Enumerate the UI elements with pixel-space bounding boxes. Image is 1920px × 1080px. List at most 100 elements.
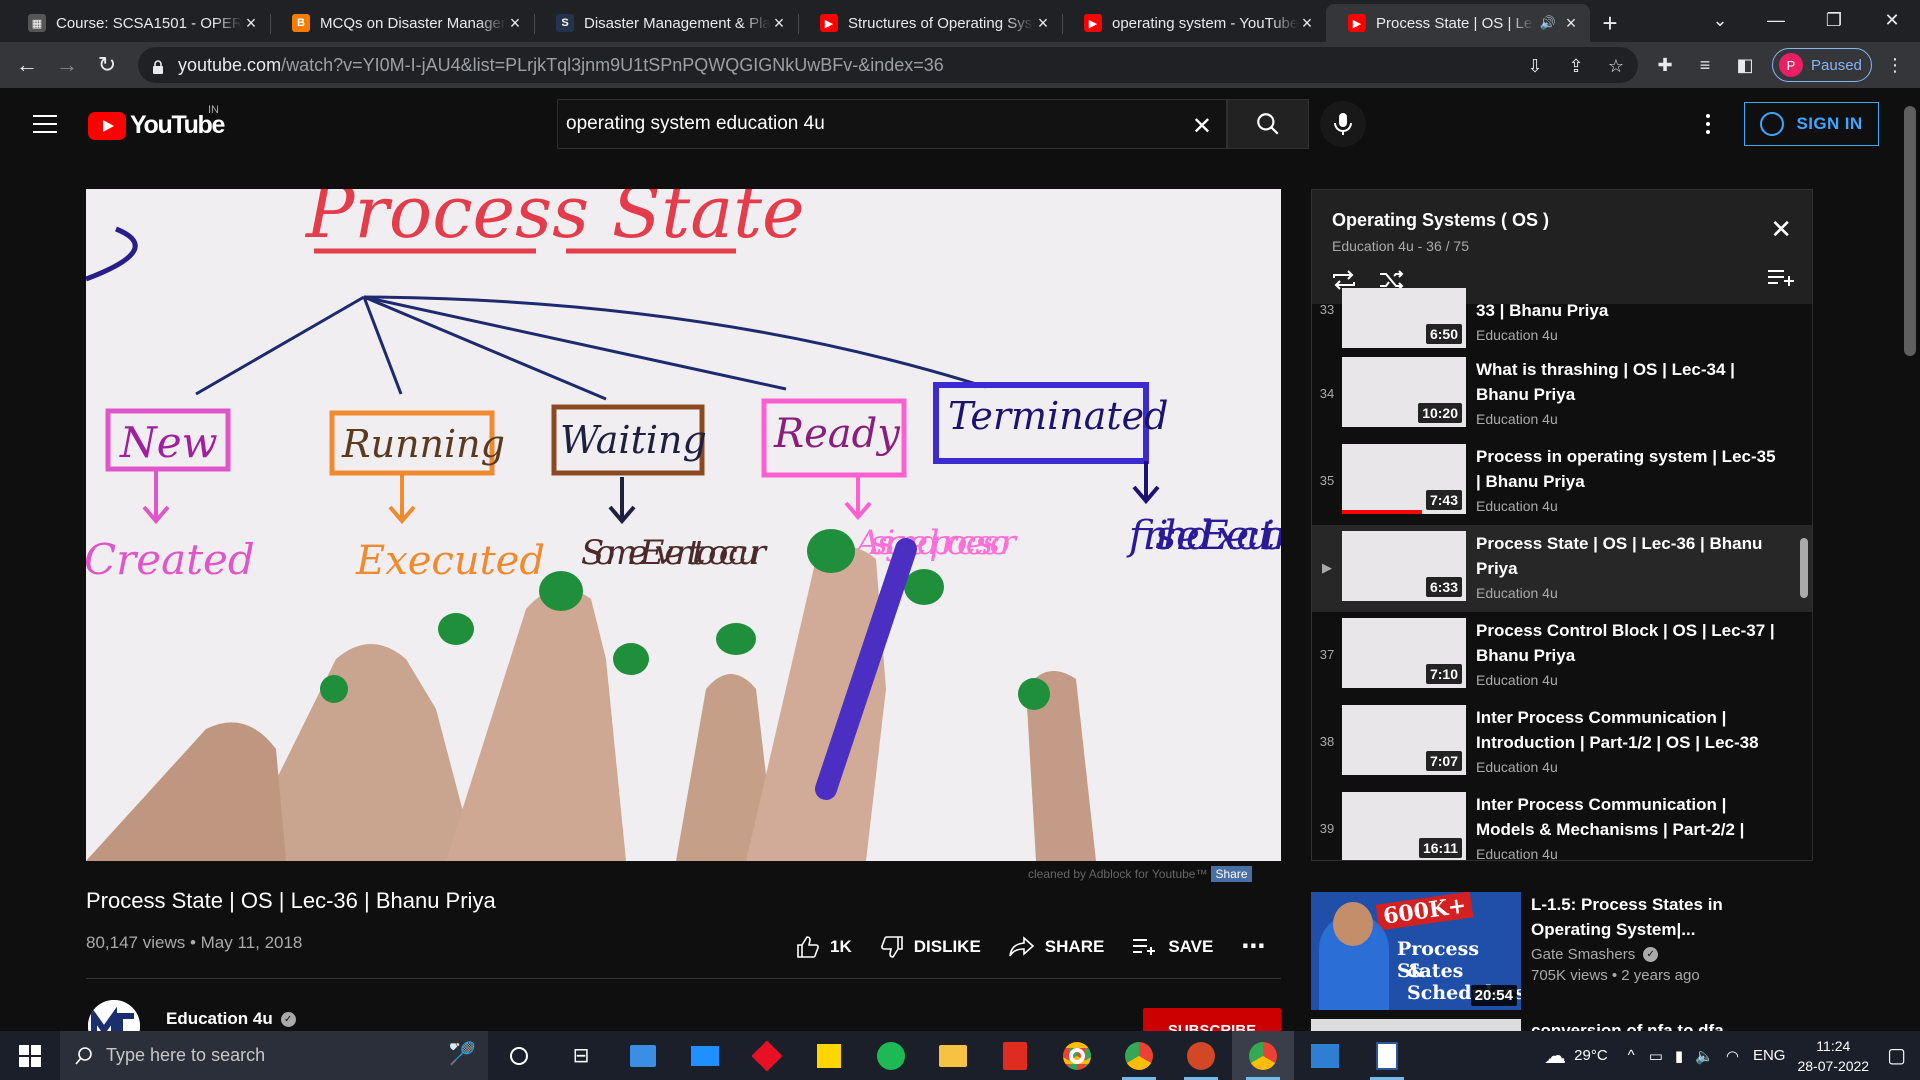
tab-search-icon[interactable]: ⌄ (1690, 0, 1750, 40)
voice-search-button[interactable] (1320, 101, 1366, 147)
browser-tab-active[interactable]: ▶ Process State | OS | Lec-36 🔊 × (1326, 4, 1590, 42)
share-button[interactable]: SHARE (1009, 935, 1104, 958)
chevron-up-icon[interactable]: ^ (1628, 1047, 1635, 1064)
chrome-active-icon[interactable] (1232, 1031, 1294, 1080)
file-explorer-icon[interactable] (922, 1031, 984, 1080)
playlist-item[interactable]: 38 7:07 Inter Process Communication | In… (1312, 699, 1812, 786)
taskbar-search-input[interactable]: Type here to search 🏸 (60, 1031, 488, 1080)
close-tab-icon[interactable]: × (1562, 13, 1580, 33)
dislike-button[interactable]: DISLIKE (880, 935, 981, 959)
item-duration: 10:20 (1418, 403, 1462, 423)
browser-tab[interactable]: ▶ operating system - YouTube × (1062, 4, 1326, 42)
word-icon[interactable] (1356, 1031, 1418, 1080)
video-player[interactable]: Process State New Running Waiting Ready … (86, 189, 1281, 861)
close-tab-icon[interactable]: × (1298, 13, 1316, 33)
volume-icon[interactable]: 🔈 (1695, 1047, 1714, 1065)
profile-button[interactable]: P Paused (1772, 48, 1872, 82)
new-tab-button[interactable]: + (1590, 4, 1630, 42)
share-page-icon[interactable]: ⇪ (1565, 55, 1587, 77)
browser-tab[interactable]: B MCQs on Disaster Management × (270, 4, 534, 42)
youtube-logo[interactable]: YouTube (88, 111, 225, 140)
sign-in-button[interactable]: SIGN IN (1744, 102, 1879, 146)
playlist-item-current[interactable]: ▶ 6:33 Process State | OS | Lec-36 | Bha… (1312, 525, 1812, 612)
note-executed: Executed (355, 538, 545, 584)
playlist-item[interactable]: 34 10:20 What is thrashing | OS | Lec-34… (1312, 351, 1812, 438)
share-arrow-icon (1009, 935, 1035, 956)
speaker-icon[interactable]: 🔊 (1540, 15, 1556, 31)
cortana-icon[interactable] (488, 1031, 550, 1080)
sticky-notes-icon[interactable] (798, 1031, 860, 1080)
search-icon (75, 1046, 92, 1065)
browser-tab[interactable]: ▶ Structures of Operating Systems × (798, 4, 1062, 42)
close-tab-icon[interactable]: × (770, 13, 788, 33)
playlist-header: Operating Systems ( OS ) Education 4u - … (1312, 190, 1812, 304)
network-icon[interactable]: ▭ (1649, 1047, 1663, 1065)
item-channel: Education 4u (1476, 498, 1558, 514)
playlist-item[interactable]: 33 6:50 33 | Bhanu Priya Education 4u (1312, 288, 1812, 351)
language-indicator[interactable]: ENG (1753, 1047, 1786, 1064)
close-tab-icon[interactable]: × (242, 13, 260, 33)
playlist-item[interactable]: 37 7:10 Process Control Block | OS | Lec… (1312, 612, 1812, 699)
close-tab-icon[interactable]: × (1034, 13, 1052, 33)
weather-temp[interactable]: 29°C (1574, 1047, 1608, 1064)
install-app-icon[interactable]: ⇩ (1524, 55, 1546, 77)
media-control-icon[interactable]: ≡ (1694, 54, 1716, 76)
adblock-share-button[interactable]: Share (1211, 866, 1252, 882)
playlist-scrollbar[interactable] (1800, 538, 1808, 598)
site-icon: S (556, 14, 574, 32)
item-title: Inter Process Communication | Introducti… (1476, 708, 1759, 752)
scrollbar-thumb[interactable] (1904, 106, 1916, 356)
photos-icon[interactable] (1294, 1031, 1356, 1080)
store-icon[interactable] (612, 1031, 674, 1080)
save-button[interactable]: SAVE (1132, 937, 1213, 957)
mail-icon[interactable] (674, 1031, 736, 1080)
task-view-icon[interactable]: ⊟ (550, 1031, 612, 1080)
menu-icon[interactable] (33, 115, 57, 133)
browser-tab[interactable]: S Disaster Management & Planning × (534, 4, 798, 42)
tab-title: Process State | OS | Lec-36 (1376, 14, 1534, 32)
clock[interactable]: 11:24 28-07-2022 (1797, 1036, 1869, 1076)
browser-tab[interactable]: ▦ Course: SCSA1501 - OPERATING × (6, 4, 270, 42)
lock-icon[interactable] (152, 58, 164, 74)
search-button[interactable] (1227, 99, 1309, 149)
bookmark-star-icon[interactable]: ☆ (1605, 55, 1627, 77)
forward-button[interactable]: → (47, 45, 87, 85)
reload-button[interactable]: ↻ (87, 45, 127, 85)
playlist-item[interactable]: 35 7:43 Process in operating system | Le… (1312, 438, 1812, 525)
office-icon[interactable] (736, 1031, 798, 1080)
item-index: 35 (1319, 473, 1335, 488)
search-input[interactable]: operating system education 4u ✕ (557, 99, 1227, 149)
like-button[interactable]: 1K (796, 935, 852, 959)
next-recommended-video[interactable]: conversion of nfa to dfa (1311, 1019, 1811, 1031)
more-actions-icon[interactable]: ⋯ (1241, 932, 1267, 961)
notifications-icon[interactable]: ▢ (1887, 1043, 1906, 1068)
spotify-icon[interactable] (860, 1031, 922, 1080)
address-bar[interactable]: youtube.com/watch?v=YI0M-I-jAU4&list=PLr… (138, 47, 1638, 83)
wifi-icon[interactable]: ◠ (1726, 1047, 1739, 1065)
back-button[interactable]: ← (7, 45, 47, 85)
chrome-icon[interactable] (1046, 1031, 1108, 1080)
recommended-video[interactable]: 600K+ Process States & Schedulers 20:54 … (1311, 892, 1811, 1010)
page-scrollbar[interactable] (1900, 88, 1920, 1030)
item-duration: 7:10 (1425, 664, 1462, 684)
powerpoint-icon[interactable] (1170, 1031, 1232, 1080)
side-panel-icon[interactable]: ◧ (1734, 54, 1756, 76)
restore-button[interactable]: ❐ (1806, 0, 1862, 40)
chrome-profile-icon[interactable] (1108, 1031, 1170, 1080)
close-tab-icon[interactable]: × (506, 13, 524, 33)
windows-start-icon[interactable] (0, 1031, 60, 1080)
battery-icon[interactable]: ▮ (1675, 1047, 1683, 1065)
weather-icon[interactable]: ☁ (1544, 1043, 1566, 1069)
extensions-icon[interactable]: ✚ (1654, 54, 1676, 76)
browser-menu-icon[interactable]: ⋮ (1884, 54, 1906, 76)
minimize-button[interactable]: — (1748, 0, 1804, 40)
playlist-title[interactable]: Operating Systems ( OS ) (1332, 210, 1549, 231)
clear-search-icon[interactable]: ✕ (1192, 112, 1212, 141)
channel-name[interactable]: Education 4u ✓ (166, 1009, 296, 1029)
close-playlist-icon[interactable]: ✕ (1770, 214, 1792, 245)
acrobat-icon[interactable] (984, 1031, 1046, 1080)
playlist-item[interactable]: 39 16:11 Inter Process Communication | M… (1312, 786, 1812, 860)
tab-title: MCQs on Disaster Management (320, 14, 506, 32)
settings-kebab-icon[interactable] (1700, 110, 1716, 138)
close-window-button[interactable]: ✕ (1864, 0, 1920, 40)
